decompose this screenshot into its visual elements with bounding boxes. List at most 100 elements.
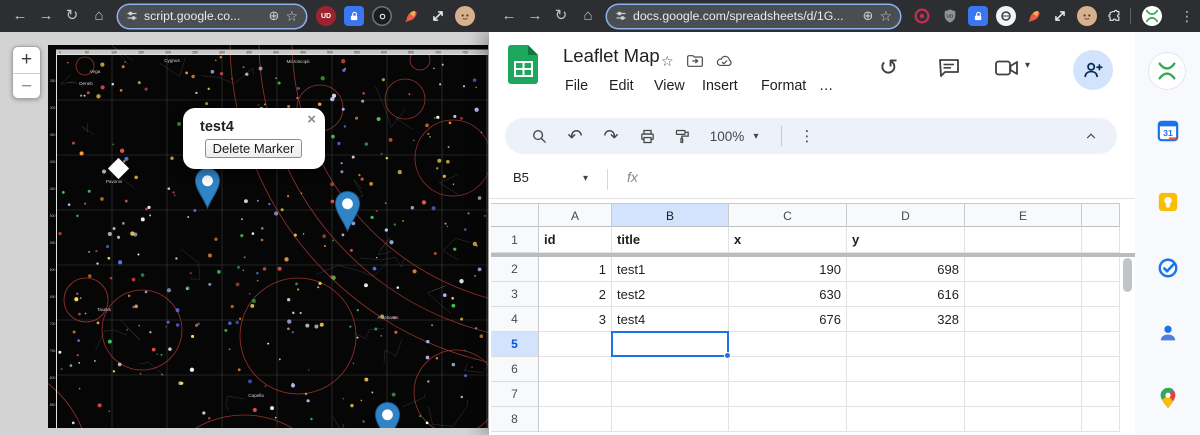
menu-overflow[interactable]: …: [819, 78, 833, 100]
back-button[interactable]: ←: [8, 0, 32, 32]
calendar-icon[interactable]: 31: [1157, 120, 1179, 142]
cloud-saved-icon[interactable]: [716, 54, 733, 67]
cell-B4[interactable]: test4: [612, 307, 729, 332]
cell-C7[interactable]: [729, 382, 847, 407]
cell-D6[interactable]: [847, 357, 965, 382]
cell-F5[interactable]: [1082, 332, 1120, 357]
row-header-7[interactable]: 7: [491, 382, 539, 407]
cell-D1[interactable]: y: [847, 227, 965, 253]
menu-view[interactable]: View: [654, 78, 685, 100]
vertical-scrollbar[interactable]: [1123, 258, 1132, 292]
select-all-corner[interactable]: [491, 203, 539, 227]
popup-close-icon[interactable]: ×: [307, 112, 316, 128]
menu-edit[interactable]: Edit: [609, 78, 634, 100]
collapse-toolbar-icon[interactable]: [1079, 118, 1103, 154]
cell-D3[interactable]: 616: [847, 282, 965, 307]
extension-avatar-icon[interactable]: [455, 6, 475, 26]
cell-E3[interactable]: [965, 282, 1082, 307]
extension-ud-icon[interactable]: UD: [316, 6, 336, 26]
map-marker-1[interactable]: [194, 167, 220, 210]
cell-B2[interactable]: test1: [612, 257, 729, 282]
column-header-A[interactable]: A: [539, 203, 612, 227]
cell-B1[interactable]: title: [612, 227, 729, 253]
map-marker-3[interactable]: [374, 401, 400, 428]
cell-F7[interactable]: [1082, 382, 1120, 407]
menu-format[interactable]: Format: [761, 78, 806, 100]
cell-C4[interactable]: 676: [729, 307, 847, 332]
address-bar-right[interactable]: docs.google.com/spreadsheets/d/1G... ⊕ ☆: [607, 4, 900, 28]
paint-format-icon[interactable]: [670, 118, 694, 154]
extension-ud-shield-icon[interactable]: UD: [940, 6, 960, 26]
namebox-caret-icon[interactable]: ▾: [583, 173, 588, 184]
cell-D5[interactable]: [847, 332, 965, 357]
zoom-in-button[interactable]: +: [13, 47, 40, 73]
undo-icon[interactable]: ↶: [563, 118, 587, 154]
cell-D4[interactable]: 328: [847, 307, 965, 332]
cell-D2[interactable]: 698: [847, 257, 965, 282]
zoom-select[interactable]: 100%: [705, 118, 749, 154]
zoom-caret-icon[interactable]: ▾: [749, 118, 763, 154]
maps-icon[interactable]: [1157, 387, 1179, 409]
forward-button-right[interactable]: →: [523, 0, 547, 32]
cell-A7[interactable]: [539, 382, 612, 407]
row-header-8[interactable]: 8: [491, 407, 539, 432]
extension-feather-icon[interactable]: [400, 6, 420, 26]
cell-A4[interactable]: 3: [539, 307, 612, 332]
cell-B6[interactable]: [612, 357, 729, 382]
cell-F4[interactable]: [1082, 307, 1120, 332]
menu-insert[interactable]: Insert: [702, 78, 738, 100]
cell-C3[interactable]: 630: [729, 282, 847, 307]
cell-E1[interactable]: [965, 227, 1082, 253]
search-icon[interactable]: [527, 118, 551, 154]
extension-feather-icon[interactable]: [1023, 6, 1043, 26]
cell-A2[interactable]: 1: [539, 257, 612, 282]
cell-A8[interactable]: [539, 407, 612, 432]
cell-F3[interactable]: [1082, 282, 1120, 307]
cell-F1[interactable]: [1082, 227, 1120, 253]
map-marker-2[interactable]: [334, 190, 360, 233]
cell-A6[interactable]: [539, 357, 612, 382]
row-header-6[interactable]: 6: [491, 357, 539, 382]
star-doc-icon[interactable]: ☆: [661, 53, 674, 70]
row-header-3[interactable]: 3: [491, 282, 539, 307]
row-header-1[interactable]: 1: [491, 227, 539, 253]
share-button[interactable]: [1073, 50, 1113, 90]
bookmark-star-icon[interactable]: ☆: [879, 8, 892, 25]
cell-D8[interactable]: [847, 407, 965, 432]
cell-A5[interactable]: [539, 332, 612, 357]
spreadsheet-grid[interactable]: A B C D E 1 id title x y 2 1 test1 190 698 3 2 test2 630 61…: [491, 203, 1135, 435]
cell-F8[interactable]: [1082, 407, 1120, 432]
formula-input[interactable]: [654, 169, 1125, 189]
cell-E6[interactable]: [965, 357, 1082, 382]
extension-dark-circle-icon[interactable]: [372, 6, 392, 26]
cell-B3[interactable]: test2: [612, 282, 729, 307]
camera-caret-icon[interactable]: ▾: [1025, 60, 1030, 71]
extension-avatar-icon[interactable]: [1077, 6, 1097, 26]
zoom-out-button[interactable]: −: [13, 73, 40, 98]
cell-F6[interactable]: [1082, 357, 1120, 382]
redo-icon[interactable]: ↷: [599, 118, 623, 154]
home-button[interactable]: ⌂: [87, 0, 111, 32]
cell-C1[interactable]: x: [729, 227, 847, 253]
profile-avatar-icon[interactable]: [1142, 6, 1162, 26]
reload-button-right[interactable]: ↻: [549, 0, 573, 32]
contacts-icon[interactable]: [1157, 322, 1179, 344]
column-header-partial[interactable]: [1082, 203, 1120, 227]
row-header-4[interactable]: 4: [491, 307, 539, 332]
cell-E8[interactable]: [965, 407, 1082, 432]
address-bar-left[interactable]: script.google.co... ⊕ ☆: [118, 4, 306, 28]
version-history-icon[interactable]: ↺: [879, 54, 898, 81]
reload-button[interactable]: ↻: [60, 0, 84, 32]
move-folder-icon[interactable]: [687, 54, 703, 68]
cell-E2[interactable]: [965, 257, 1082, 282]
cell-E5[interactable]: [965, 332, 1082, 357]
cell-C8[interactable]: [729, 407, 847, 432]
fill-handle[interactable]: [724, 352, 731, 359]
name-box[interactable]: B5: [513, 170, 529, 185]
extensions-puzzle-icon[interactable]: [1104, 6, 1124, 26]
cell-E4[interactable]: [965, 307, 1082, 332]
comments-icon[interactable]: [937, 56, 961, 80]
bookmark-star-icon[interactable]: ☆: [285, 8, 298, 25]
menu-file[interactable]: File: [565, 78, 588, 100]
extension-resize-arrows-icon[interactable]: [1050, 6, 1070, 26]
